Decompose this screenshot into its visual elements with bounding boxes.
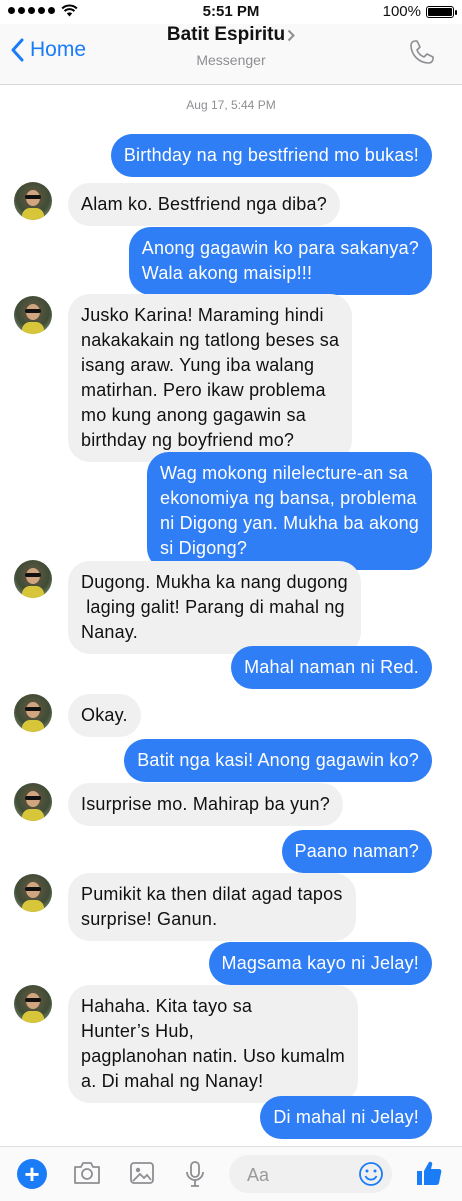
message-line: Isurprise mo. Mahirap ba yun? xyxy=(81,794,330,814)
message-line: Anong gagawin ko para sakanya? xyxy=(141,238,419,258)
message-line: isang araw. Yung iba walang xyxy=(81,355,315,375)
battery-status: 100% xyxy=(382,3,457,20)
message-line: nakakakain ng tatlong beses sa xyxy=(81,330,340,350)
conversation-header: Home Batit Espiritu Messenger xyxy=(0,24,462,85)
message-line: Wag mokong nilelecture-an sa xyxy=(160,463,409,483)
message-input[interactable] xyxy=(245,1162,349,1188)
outgoing-message-bubble[interactable]: Birthday na ng bestfriend mo bukas! xyxy=(110,134,432,177)
message-line: mo kung anong gagawin sa xyxy=(81,405,306,425)
message-line: a. Di mahal ng Nanay! xyxy=(81,1071,264,1091)
message-line: matirhan. Pero ikaw problema xyxy=(81,380,326,400)
incoming-message-bubble[interactable]: Dugong. Mukha ka nang dugong laging gali… xyxy=(68,561,361,654)
incoming-message-bubble[interactable]: Hahaha. Kita tayo sa Hunter’s Hub, pagpl… xyxy=(68,985,358,1103)
thumbs-up-icon[interactable] xyxy=(414,1158,444,1188)
message-line: pagplanohan natin. Uso kumalm xyxy=(81,1046,345,1066)
message-line: Paano naman? xyxy=(294,841,419,861)
avatar[interactable] xyxy=(14,783,52,821)
microphone-icon[interactable] xyxy=(182,1159,208,1189)
message-line: Okay. xyxy=(81,705,128,725)
phone-icon xyxy=(410,40,434,64)
message-line: Alam ko. Bestfriend nga diba? xyxy=(81,194,327,214)
message-line: Wala akong maisip!!! xyxy=(141,263,313,283)
outgoing-message-bubble[interactable]: Mahal naman ni Red. xyxy=(231,646,432,689)
message-input-container[interactable] xyxy=(229,1155,392,1193)
avatar[interactable] xyxy=(14,874,52,912)
message-line: Hahaha. Kita tayo sa xyxy=(81,996,253,1016)
message-line: laging galit! Parang di mahal ng xyxy=(81,597,345,617)
message-composer: + xyxy=(0,1146,462,1201)
incoming-message-bubble[interactable]: Jusko Karina! Maraming hindi nakakakain … xyxy=(68,294,353,462)
incoming-message-bubble[interactable]: Okay. xyxy=(68,694,141,737)
contact-name: Batit Espiritu xyxy=(166,24,286,45)
message-line: Birthday na ng bestfriend mo bukas! xyxy=(123,145,419,165)
avatar[interactable] xyxy=(14,560,52,598)
message-line: surprise! Ganun. xyxy=(81,909,218,929)
message-line: si Digong? xyxy=(160,538,248,558)
chevron-right-icon xyxy=(287,29,296,41)
message-line: Jusko Karina! Maraming hindi xyxy=(81,305,324,325)
avatar[interactable] xyxy=(14,182,52,220)
incoming-message-bubble[interactable]: Alam ko. Bestfriend nga diba? xyxy=(68,183,340,226)
outgoing-message-bubble[interactable]: Batit nga kasi! Anong gagawin ko? xyxy=(124,739,432,782)
avatar[interactable] xyxy=(14,985,52,1023)
battery-percent: 100% xyxy=(382,3,421,20)
message-line: Dugong. Mukha ka nang dugong xyxy=(81,572,348,592)
message-line: Mahal naman ni Red. xyxy=(244,657,419,677)
outgoing-message-bubble[interactable]: Anong gagawin ko para sakanya? Wala akon… xyxy=(128,227,432,295)
outgoing-message-bubble[interactable]: Paano naman? xyxy=(281,830,432,873)
emoji-icon[interactable] xyxy=(358,1161,384,1187)
message-line: ni Digong yan. Mukha ba akong xyxy=(160,513,419,533)
photo-icon[interactable] xyxy=(128,1159,156,1187)
message-line: Di mahal ni Jelay! xyxy=(273,1107,419,1127)
status-bar: 5:51 PM 100% xyxy=(0,0,462,24)
message-line: Pumikit ka then dilat agad tapos xyxy=(81,884,343,904)
header-subtitle: Messenger xyxy=(196,52,266,68)
conversation-timestamp: Aug 17, 5:44 PM xyxy=(186,98,276,112)
outgoing-message-bubble[interactable]: Wag mokong nilelecture-an sa ekonomiya n… xyxy=(147,452,432,570)
camera-icon[interactable] xyxy=(72,1159,102,1187)
incoming-message-bubble[interactable]: Isurprise mo. Mahirap ba yun? xyxy=(68,783,343,826)
title-block[interactable]: Batit Espiritu Messenger xyxy=(0,24,462,68)
outgoing-message-bubble[interactable]: Magsama kayo ni Jelay! xyxy=(208,942,432,985)
message-line: Batit nga kasi! Anong gagawin ko? xyxy=(137,750,419,770)
call-button[interactable] xyxy=(408,38,436,71)
message-line: Magsama kayo ni Jelay! xyxy=(221,953,419,973)
avatar[interactable] xyxy=(14,694,52,732)
plus-icon[interactable]: + xyxy=(17,1159,47,1189)
message-line: birthday ng boyfriend mo? xyxy=(81,430,295,450)
outgoing-message-bubble[interactable]: Di mahal ni Jelay! xyxy=(260,1096,432,1139)
message-line: Hunter’s Hub, xyxy=(81,1021,194,1041)
avatar[interactable] xyxy=(14,296,52,334)
message-line: Nanay. xyxy=(81,622,138,642)
incoming-message-bubble[interactable]: Pumikit ka then dilat agad tapos surpris… xyxy=(68,873,356,941)
message-line: ekonomiya ng bansa, problema xyxy=(160,488,417,508)
battery-icon xyxy=(426,5,457,18)
